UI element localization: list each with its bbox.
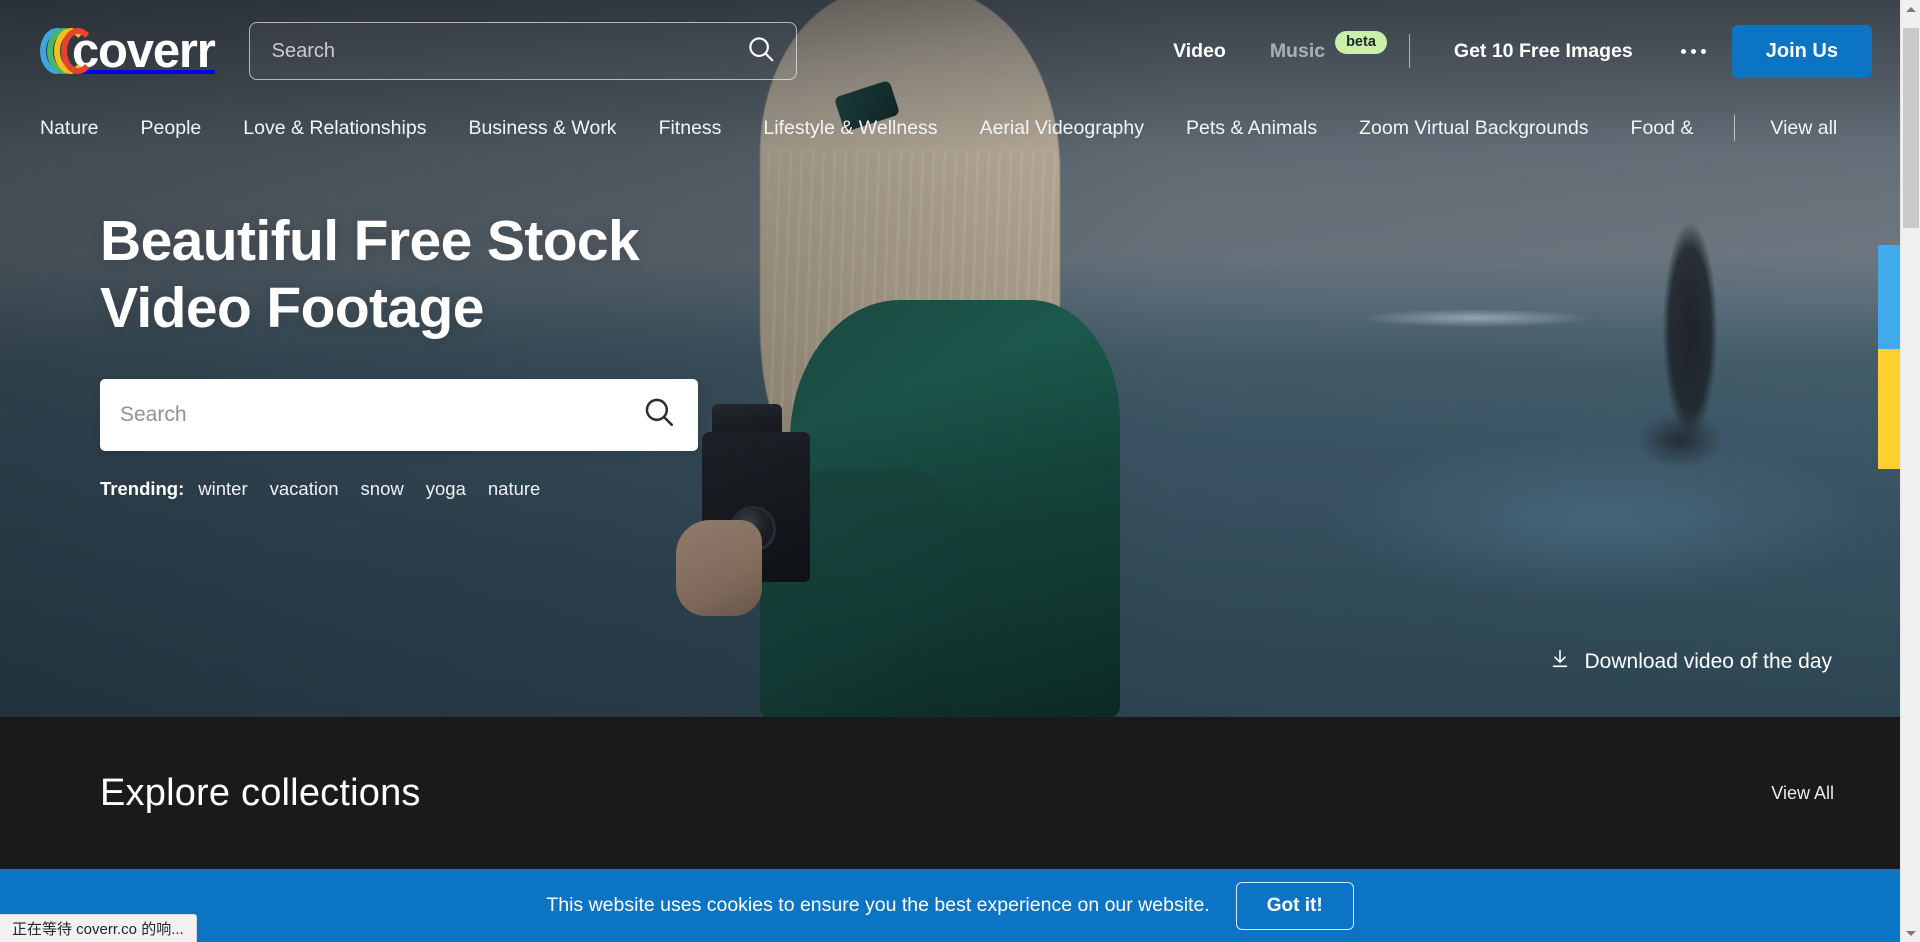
logo-rainbow-arcs-icon [40,28,95,74]
search-icon[interactable] [746,34,776,69]
site-header: coverr Video Music beta Get 10 Free Imag… [0,0,1900,102]
scroll-up-arrow-icon[interactable] [1901,0,1920,18]
side-tab-yellow[interactable] [1878,349,1900,469]
category-nav: Nature People Love & Relationships Busin… [0,102,1900,154]
category-zoom-virtual-backgrounds[interactable]: Zoom Virtual Backgrounds [1338,117,1609,140]
explore-collections-section: Explore collections View All [0,717,1900,869]
category-business-work[interactable]: Business & Work [447,117,637,140]
more-menu-icon[interactable] [1655,48,1732,54]
trending-tag-nature[interactable]: nature [488,478,540,500]
header-search-box[interactable] [248,22,797,80]
page-scrollbar[interactable] [1900,0,1920,942]
header-search-input[interactable] [271,39,746,63]
browser-status-bar: 正在等待 coverr.co 的响... [0,914,197,942]
page-title: Beautiful Free Stock Video Footage [100,208,698,343]
header-nav-video[interactable]: Video [1151,40,1248,63]
trending-label: Trending: [100,477,185,499]
hero-title-line-2: Video Footage [100,276,484,341]
category-people[interactable]: People [120,117,223,140]
explore-view-all-link[interactable]: View All [1771,783,1834,804]
hero-search-input[interactable] [120,402,642,427]
category-aerial-videography[interactable]: Aerial Videography [959,117,1165,140]
download-icon [1549,648,1571,676]
scrollbar-thumb[interactable] [1903,28,1919,228]
header-divider [1408,34,1410,68]
scroll-down-arrow-icon[interactable] [1901,924,1920,942]
hero-search-box[interactable] [100,378,698,451]
category-lifestyle-wellness[interactable]: Lifestyle & Wellness [742,117,958,140]
hero-content: Beautiful Free Stock Video Footage Trend… [100,208,698,500]
download-link-label: Download video of the day [1584,650,1833,673]
explore-collections-title: Explore collections [100,771,421,814]
header-right-group: Video Music beta Get 10 Free Images Join… [1151,24,1872,78]
hero-title-line-1: Beautiful Free Stock [100,209,640,273]
category-food[interactable]: Food & [1610,117,1715,140]
header-nav-music[interactable]: Music [1248,40,1333,63]
trending-tag-winter[interactable]: winter [198,478,247,500]
beta-badge: beta [1335,30,1387,54]
category-pets-animals[interactable]: Pets & Animals [1165,117,1338,140]
download-video-of-the-day-link[interactable]: Download video of the day [1549,648,1833,676]
cookie-message: This website uses cookies to ensure you … [546,894,1210,916]
side-tab-blue[interactable] [1878,245,1900,349]
category-fitness[interactable]: Fitness [638,117,743,140]
trending-tag-yoga[interactable]: yoga [426,478,466,500]
join-us-button[interactable]: Join Us [1731,24,1872,78]
trending-row: Trending: winter vacation snow yoga natu… [100,478,698,500]
get-free-images-link[interactable]: Get 10 Free Images [1432,40,1655,63]
category-love-relationships[interactable]: Love & Relationships [222,117,447,140]
side-tab-widget [1878,245,1900,469]
trending-tag-snow[interactable]: snow [361,478,404,500]
browser-page: coverr Video Music beta Get 10 Free Imag… [0,0,1920,942]
cookie-accept-button[interactable]: Got it! [1235,881,1354,930]
cookie-consent-banner: This website uses cookies to ensure you … [0,869,1900,942]
page-viewport: coverr Video Music beta Get 10 Free Imag… [0,0,1900,942]
logo-coverr[interactable]: coverr [40,23,216,79]
search-icon[interactable] [642,395,676,434]
category-nature[interactable]: Nature [40,117,120,140]
trending-tag-vacation[interactable]: vacation [270,478,339,500]
category-divider [1734,115,1736,141]
category-view-all[interactable]: View all [1749,117,1837,140]
